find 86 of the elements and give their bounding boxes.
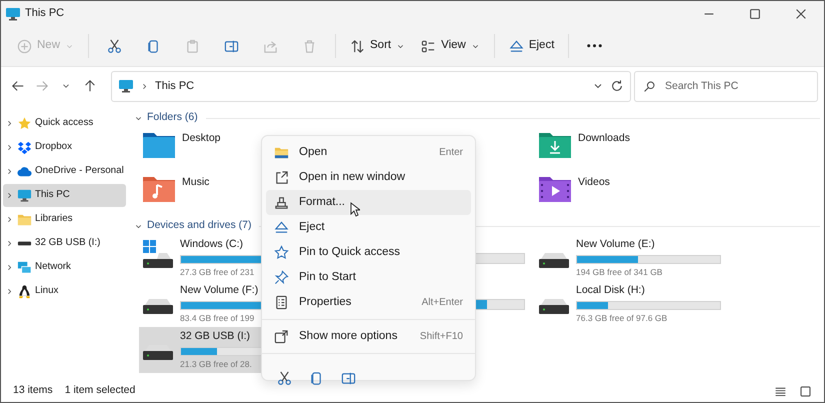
new-window-icon [274,170,289,185]
folder-name[interactable]: Downloads [578,131,630,147]
eject-icon [274,220,289,235]
monitor-icon [5,6,21,22]
rename-icon[interactable] [224,38,240,54]
drive-name: 32 GB USB (I:) [180,329,250,344]
shortcut-text: Alt+Enter [422,296,463,310]
videos-folder-icon [538,175,572,203]
drive-name[interactable]: Local Disk (H:) [576,283,645,299]
monitor-icon [118,78,134,94]
folder-icon [142,131,176,159]
selection-count: 1 item selected [64,383,136,398]
free-space-text: 76.3 GB free of 97.6 GB [576,312,668,325]
more-icon[interactable] [587,44,602,48]
format-icon [274,195,289,210]
copy-icon[interactable] [308,370,324,386]
network-icon [17,260,32,275]
menu-item[interactable]: Eject [266,215,471,240]
menu-item[interactable]: Pin to Quick access [266,240,471,265]
shortcut-text: Enter [439,146,463,160]
sidebar-item[interactable]: OneDrive - Personal [3,160,126,183]
view-icon[interactable] [421,38,436,54]
cloud-icon [17,164,32,179]
back-arrow-icon[interactable] [11,79,25,93]
free-space-text: 194 GB free of 341 GB [576,266,662,279]
sidebar-item[interactable]: Quick access [3,112,126,135]
star-icon [274,245,289,260]
mouse-cursor-icon [350,202,360,217]
address-path[interactable]: This PC [155,78,194,94]
monitor-icon [17,188,32,203]
refresh-icon[interactable] [610,79,624,93]
eject-button[interactable]: Eject [502,31,560,61]
folder-name[interactable]: Videos [578,175,610,191]
sidebar-item[interactable]: Network [3,256,126,279]
menu-item[interactable]: Pin to Start [266,265,471,290]
section-heading: Devices and drives (7) [147,218,252,234]
drive-tile[interactable]: Local Disk (H:) 76.3 GB free of 97.6 GB [535,281,733,327]
search-icon [643,80,656,92]
sort-icon[interactable] [350,38,366,54]
music-folder-icon [142,175,176,203]
free-space-text: 83.4 GB free of 199 [180,312,254,325]
search-field[interactable]: Search This PC [634,70,818,102]
folder-name[interactable]: Desktop [182,131,221,147]
folder-icon [17,212,32,227]
tiles-view-icon[interactable] [799,384,812,398]
rename-icon[interactable] [340,370,356,386]
star-icon [17,116,32,131]
sidebar-item[interactable]: Dropbox [3,136,126,159]
drive-tile[interactable]: New Volume (E:) 194 GB free of 341 GB [535,235,733,281]
drive-name[interactable]: New Volume (F:) [180,283,258,299]
section-heading: Folders (6) [147,110,198,126]
pin-icon [274,270,289,285]
downloads-folder-icon [538,131,572,159]
menu-item[interactable]: Open in new window [266,165,471,190]
view-button[interactable]: View [415,31,486,61]
sidebar-item[interactable]: Libraries [3,208,126,231]
maximize-icon[interactable] [748,6,762,20]
sidebar-item[interactable]: Linux [3,280,126,303]
eject-icon[interactable] [508,38,524,54]
shortcut-text: Shift+F10 [420,330,463,344]
drive-icon [538,253,570,268]
free-space-text: 27.3 GB free of 231 [180,266,254,279]
drive-icon [538,299,570,314]
menu-item[interactable]: Properties Alt+Enter [266,290,471,315]
folder-name[interactable]: Music [182,175,210,191]
drive-name[interactable]: Windows (C:) [180,237,244,253]
item-count: 13 items [13,383,53,398]
dropbox-icon [17,140,32,155]
penguin-icon [17,284,32,299]
close-icon[interactable] [794,6,808,20]
properties-icon [274,295,289,310]
sidebar-item[interactable]: This PC [3,184,126,207]
scissors-icon[interactable] [107,38,122,54]
drive-icon [142,299,174,314]
address-bar[interactable]: This PC [111,70,631,102]
scissors-icon[interactable] [276,370,292,386]
menu-item[interactable]: Open Enter [266,140,471,165]
expand-icon [274,329,289,344]
sort-button[interactable]: Sort [344,31,412,61]
menu-item[interactable]: Format... [266,190,471,215]
free-space-text: 21.3 GB free of 28. [180,358,252,371]
sidebar-item[interactable]: 32 GB USB (I:) [3,232,126,255]
folder-icon [274,145,289,160]
drive-name[interactable]: New Volume (E:) [576,237,655,253]
window-title: This PC [25,6,64,22]
up-arrow-icon[interactable] [83,79,97,93]
